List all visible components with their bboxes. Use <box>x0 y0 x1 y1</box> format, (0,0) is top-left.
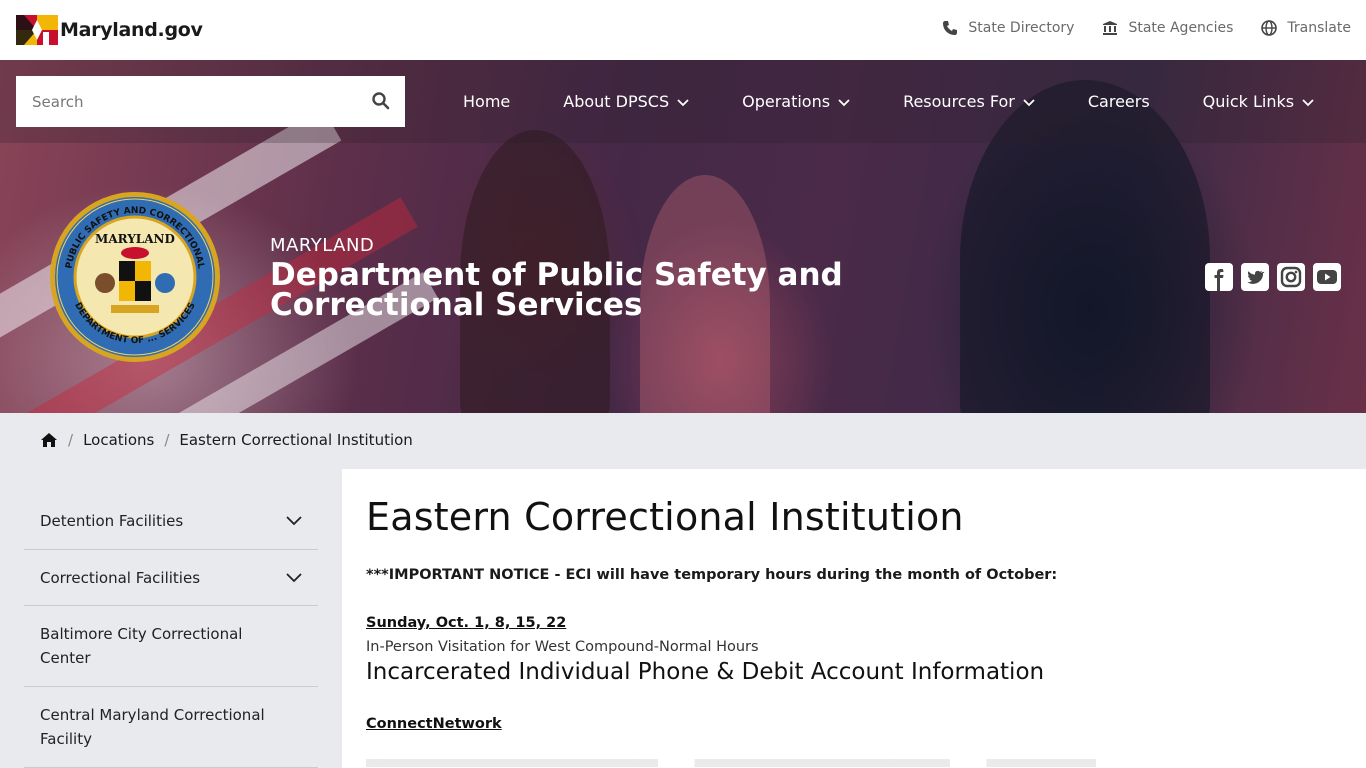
logo-text: Maryland.gov <box>60 19 203 41</box>
visitation-dates-link[interactable]: Sunday, Oct. 1, 8, 15, 22 <box>366 615 566 631</box>
maryland-gov-logo[interactable]: Maryland.gov <box>16 15 203 45</box>
phone-icon <box>943 21 958 35</box>
breadcrumb-current: Eastern Correctional Institution <box>179 431 413 449</box>
nav-home[interactable]: Home <box>463 92 510 111</box>
agency-name: Department of Public Safety and Correcti… <box>270 257 843 323</box>
sidebar-nav: Detention Facilities Correctional Facili… <box>24 492 318 768</box>
state-agencies-link[interactable]: State Agencies <box>1102 20 1233 36</box>
chevron-down-icon <box>1302 98 1314 106</box>
search-icon[interactable] <box>371 91 391 111</box>
agency-state: MARYLAND <box>270 235 375 256</box>
nav-operations[interactable]: Operations <box>742 92 850 111</box>
nav-quick-links-label: Quick Links <box>1202 92 1295 111</box>
state-agencies-label: State Agencies <box>1128 20 1234 36</box>
translate-link[interactable]: Translate <box>1261 20 1351 36</box>
connect-network-link[interactable]: ConnectNetwork <box>366 716 502 732</box>
sidebar-item-label: Correctional Facilities <box>40 568 201 587</box>
breadcrumb-separator: / <box>68 431 74 449</box>
nav-resources-label: Resources For <box>903 92 1015 111</box>
seal-text-inner: MARYLAND <box>95 232 175 246</box>
nav-about-label: About DPSCS <box>563 92 670 111</box>
agency-title-block: MARYLAND Department of Public Safety and… <box>270 235 890 323</box>
chevron-down-icon <box>677 98 689 106</box>
page-title: Eastern Correctional Institution <box>366 495 964 539</box>
sidebar-item-label: Detention Facilities <box>40 511 184 530</box>
maryland-flag-icon <box>16 15 58 45</box>
important-notice: ***IMPORTANT NOTICE - ECI will have temp… <box>366 567 1058 583</box>
nav-resources-for[interactable]: Resources For <box>903 92 1035 111</box>
facebook-icon[interactable] <box>1205 263 1233 291</box>
main-content: Eastern Correctional Institution ***IMPO… <box>342 469 1366 768</box>
visitation-hours-text: In-Person Visitation for West Compound-N… <box>366 639 759 655</box>
sidebar-item-label: Central Maryland Correctional Facility <box>40 706 265 748</box>
globe-icon <box>1261 20 1278 36</box>
state-directory-link[interactable]: State Directory <box>942 20 1074 36</box>
nav-careers[interactable]: Careers <box>1088 92 1150 111</box>
youtube-icon[interactable] <box>1313 263 1341 291</box>
search-input[interactable] <box>16 76 356 127</box>
hero-banner: Home About DPSCS Operations Resources Fo… <box>0 60 1366 413</box>
breadcrumb-locations[interactable]: Locations <box>83 431 154 449</box>
nav-home-label: Home <box>463 92 511 111</box>
search-box <box>16 76 405 127</box>
translate-label: Translate <box>1287 20 1351 36</box>
chevron-down-icon[interactable] <box>286 572 302 583</box>
sidebar-item-central-maryland-correctional-facility[interactable]: Central Maryland Correctional Facility <box>24 687 318 768</box>
chevron-down-icon <box>838 98 850 106</box>
government-building-icon <box>1103 21 1118 35</box>
nav-operations-label: Operations <box>742 92 831 111</box>
dpscs-seal-logo[interactable]: PUBLIC SAFETY AND CORRECTIONAL DEPARTMEN… <box>49 191 221 363</box>
chevron-down-icon <box>1023 98 1035 106</box>
breadcrumb-separator: / <box>164 431 170 449</box>
nav-about-dpscs[interactable]: About DPSCS <box>563 92 689 111</box>
state-directory-label: State Directory <box>968 20 1075 36</box>
sidebar-item-label: Baltimore City Correctional Center <box>40 625 243 667</box>
chevron-down-icon[interactable] <box>286 515 302 526</box>
nav-quick-links[interactable]: Quick Links <box>1203 92 1314 111</box>
utility-bar: Maryland.gov State Directory State Agenc… <box>0 0 1366 60</box>
utility-links: State Directory State Agencies Translate <box>942 0 1351 56</box>
sidebar-item-detention-facilities[interactable]: Detention Facilities <box>24 492 318 550</box>
main-nav: Home About DPSCS Operations Resources Fo… <box>463 76 1314 127</box>
phone-debit-heading: Incarcerated Individual Phone & Debit Ac… <box>366 659 1045 685</box>
instagram-icon[interactable] <box>1277 263 1305 291</box>
sidebar-item-correctional-facilities[interactable]: Correctional Facilities <box>24 550 318 606</box>
nav-careers-label: Careers <box>1087 92 1150 111</box>
twitter-icon[interactable] <box>1241 263 1269 291</box>
social-links <box>1205 263 1341 291</box>
breadcrumb: / Locations / Eastern Correctional Insti… <box>40 428 413 452</box>
sidebar-item-baltimore-city-correctional-center[interactable]: Baltimore City Correctional Center <box>24 606 318 687</box>
home-icon[interactable] <box>40 432 58 448</box>
cut-off-text-line <box>366 759 1096 767</box>
